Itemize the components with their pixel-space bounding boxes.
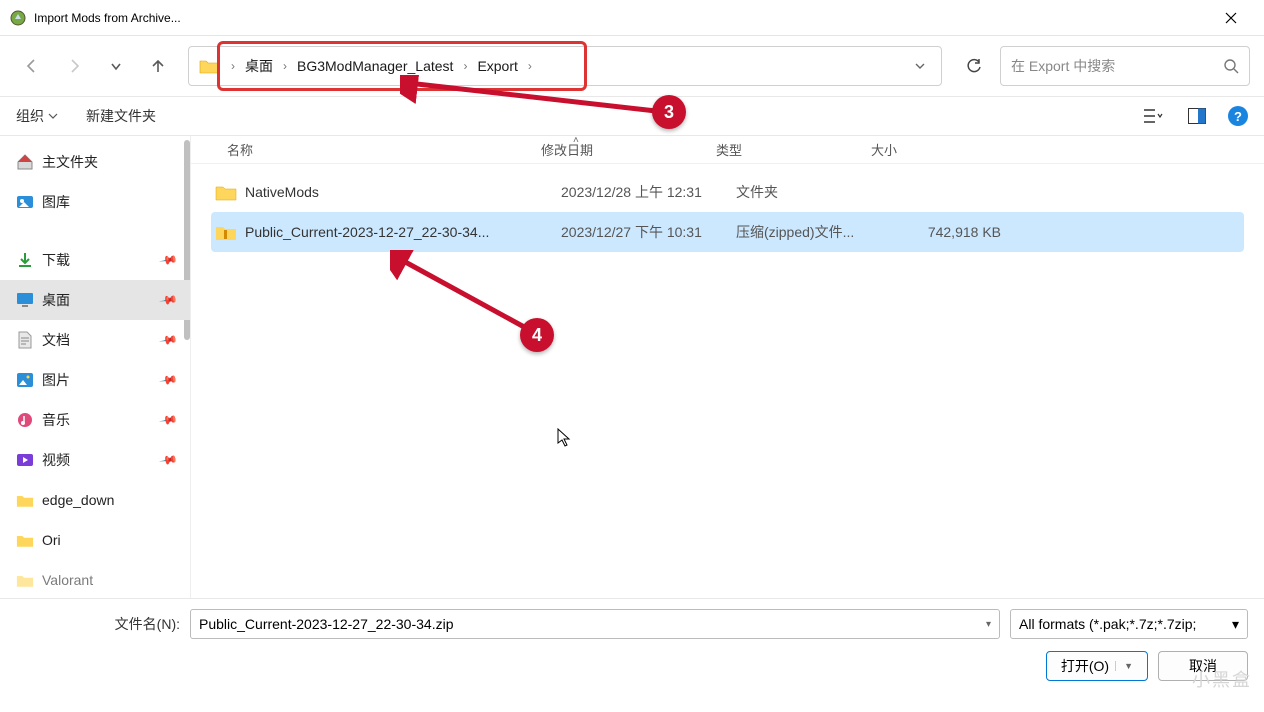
sidebar-item-home[interactable]: 主文件夹 — [0, 142, 190, 182]
breadcrumb-item[interactable]: Export — [473, 58, 521, 74]
folder-icon — [16, 571, 34, 589]
file-pane: ˄ 名称 修改日期 类型 大小 NativeMods 2023/12/28 上午… — [190, 136, 1264, 598]
preview-pane-button[interactable] — [1184, 103, 1210, 129]
app-icon — [10, 10, 26, 26]
zip-icon — [215, 223, 237, 241]
search-placeholder: 在 Export 中搜索 — [1011, 56, 1215, 76]
file-row-zip[interactable]: Public_Current-2023-12-27_22-30-34... 20… — [211, 212, 1244, 252]
sidebar: 主文件夹 图库 下载 📌 桌面 📌 文档 📌 图片 📌 音 — [0, 136, 190, 598]
column-header-name[interactable]: 名称 — [211, 140, 541, 159]
folder-icon — [215, 183, 237, 201]
column-header-size[interactable]: 大小 — [871, 140, 991, 159]
chevron-right-icon[interactable]: › — [522, 59, 538, 73]
home-icon — [16, 153, 34, 171]
folder-icon — [16, 531, 34, 549]
file-list: NativeMods 2023/12/28 上午 12:31 文件夹 Publi… — [191, 164, 1264, 598]
chevron-down-icon[interactable]: ▾ — [1232, 616, 1239, 633]
up-button[interactable] — [140, 48, 176, 84]
video-icon — [16, 451, 34, 469]
sidebar-item-documents[interactable]: 文档 📌 — [0, 320, 190, 360]
forward-button[interactable] — [56, 48, 92, 84]
pin-icon: 📌 — [158, 250, 178, 270]
column-header-date[interactable]: 修改日期 — [541, 140, 716, 159]
view-options-button[interactable] — [1140, 103, 1166, 129]
pin-icon: 📌 — [158, 370, 178, 390]
sidebar-item-pictures[interactable]: 图片 📌 — [0, 360, 190, 400]
new-folder-button[interactable]: 新建文件夹 — [86, 106, 156, 126]
close-button[interactable] — [1208, 2, 1254, 34]
bottom-panel: 文件名(N): Public_Current-2023-12-27_22-30-… — [0, 598, 1264, 691]
folder-icon — [199, 58, 219, 74]
sidebar-item-desktop[interactable]: 桌面 📌 — [0, 280, 190, 320]
pictures-icon — [16, 371, 34, 389]
breadcrumb-bar[interactable]: › 桌面 › BG3ModManager_Latest › Export › — [188, 46, 942, 86]
organize-menu[interactable]: 组织 — [16, 106, 58, 126]
sidebar-item-valorant[interactable]: Valorant — [0, 560, 190, 598]
nav-row: › 桌面 › BG3ModManager_Latest › Export › 在… — [0, 36, 1264, 96]
file-filter-select[interactable]: All formats (*.pak;*.7z;*.7zip; ▾ — [1010, 609, 1248, 639]
pin-icon: 📌 — [158, 450, 178, 470]
help-button[interactable]: ? — [1228, 106, 1248, 126]
search-input[interactable]: 在 Export 中搜索 — [1000, 46, 1250, 86]
pin-icon: 📌 — [158, 410, 178, 430]
sidebar-item-edge-down[interactable]: edge_down — [0, 480, 190, 520]
download-icon — [16, 251, 34, 269]
watermark: 小黑盒 — [1192, 666, 1252, 692]
back-button[interactable] — [14, 48, 50, 84]
breadcrumb-item[interactable]: BG3ModManager_Latest — [293, 58, 457, 74]
desktop-icon — [16, 291, 34, 309]
filename-label: 文件名(N): — [100, 614, 180, 634]
chevron-right-icon[interactable]: › — [225, 59, 241, 73]
sidebar-item-music[interactable]: 音乐 📌 — [0, 400, 190, 440]
chevron-down-icon[interactable]: ▾ — [986, 619, 991, 630]
file-row-folder[interactable]: NativeMods 2023/12/28 上午 12:31 文件夹 — [211, 172, 1244, 212]
search-icon — [1223, 58, 1239, 74]
document-icon — [16, 331, 34, 349]
breadcrumb-dropdown[interactable] — [905, 60, 935, 72]
music-icon — [16, 411, 34, 429]
sort-indicator-icon: ˄ — [573, 135, 579, 146]
pin-icon: 📌 — [158, 330, 178, 350]
chevron-right-icon[interactable]: › — [457, 59, 473, 73]
column-headers: ˄ 名称 修改日期 类型 大小 — [191, 136, 1264, 164]
refresh-button[interactable] — [954, 46, 994, 86]
pin-icon: 📌 — [158, 290, 178, 310]
chevron-right-icon[interactable]: › — [277, 59, 293, 73]
filename-input[interactable]: Public_Current-2023-12-27_22-30-34.zip ▾ — [190, 609, 1000, 639]
body: 主文件夹 图库 下载 📌 桌面 📌 文档 📌 图片 📌 音 — [0, 136, 1264, 598]
window-title: Import Mods from Archive... — [34, 11, 1208, 25]
breadcrumb-item[interactable]: 桌面 — [241, 56, 277, 76]
sidebar-item-videos[interactable]: 视频 📌 — [0, 440, 190, 480]
gallery-icon — [16, 193, 34, 211]
column-header-type[interactable]: 类型 — [716, 140, 871, 159]
toolbar: 组织 新建文件夹 ? — [0, 96, 1264, 136]
folder-icon — [16, 491, 34, 509]
titlebar: Import Mods from Archive... — [0, 0, 1264, 36]
recent-button[interactable] — [98, 48, 134, 84]
sidebar-item-downloads[interactable]: 下载 📌 — [0, 240, 190, 280]
chevron-down-icon[interactable]: ▼ — [1115, 661, 1133, 671]
open-button[interactable]: 打开(O) ▼ — [1046, 651, 1148, 681]
sidebar-item-gallery[interactable]: 图库 — [0, 182, 190, 222]
sidebar-item-ori[interactable]: Ori — [0, 520, 190, 560]
